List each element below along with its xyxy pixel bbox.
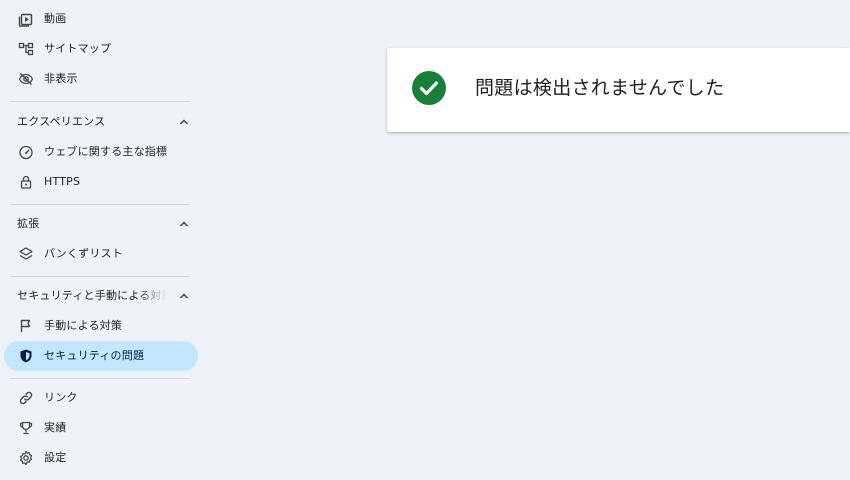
section-title: セキュリティと手動による対策 xyxy=(17,289,167,302)
divider xyxy=(11,101,189,102)
sidebar: 動画 サイトマップ 非表示 エクスペリエンス ウェブに関する主な指標 HTTPS xyxy=(0,0,200,480)
sidebar-item-label: リンク xyxy=(44,391,78,404)
link-icon xyxy=(18,390,34,406)
video-icon xyxy=(18,11,34,27)
sidebar-item-label: 非表示 xyxy=(44,72,78,85)
section-header-experience[interactable]: エクスペリエンス xyxy=(0,109,200,135)
sidebar-item-label: ウェブに関する主な指標 xyxy=(44,145,168,158)
section-title: 拡張 xyxy=(17,217,40,230)
sidebar-item-label: 動画 xyxy=(44,12,67,25)
speedometer-icon xyxy=(18,144,34,160)
shield-icon xyxy=(18,348,34,364)
chevron-up-icon xyxy=(177,217,191,231)
sidebar-item-settings[interactable]: 設定 xyxy=(4,443,198,473)
sidebar-item-label: サイトマップ xyxy=(44,42,112,55)
sitemap-icon xyxy=(18,41,34,57)
sidebar-item-core-web-vitals[interactable]: ウェブに関する主な指標 xyxy=(4,137,198,167)
sidebar-item-label: 手動による対策 xyxy=(44,319,123,332)
flag-icon xyxy=(18,318,34,334)
status-message: 問題は検出されませんでした xyxy=(475,77,725,99)
check-circle-icon xyxy=(411,70,447,106)
sidebar-item-label: 実績 xyxy=(44,421,67,434)
gear-icon xyxy=(18,450,34,466)
sidebar-item-label: セキュリティの問題 xyxy=(44,349,145,362)
sidebar-item-sitemap[interactable]: サイトマップ xyxy=(4,34,198,64)
sidebar-item-security-issues[interactable]: セキュリティの問題 xyxy=(4,341,198,371)
divider xyxy=(11,276,189,277)
sidebar-item-hidden[interactable]: 非表示 xyxy=(4,64,198,94)
layers-icon xyxy=(18,246,34,262)
divider xyxy=(11,378,189,379)
chevron-up-icon xyxy=(177,115,191,129)
sidebar-item-label: HTTPS xyxy=(44,175,81,188)
sidebar-item-label: パンくずリスト xyxy=(44,247,123,260)
section-title: エクスペリエンス xyxy=(17,115,106,128)
sidebar-item-achievements[interactable]: 実績 xyxy=(4,413,198,443)
status-card: 問題は検出されませんでした xyxy=(387,48,850,132)
sidebar-item-https[interactable]: HTTPS xyxy=(4,167,198,197)
sidebar-item-breadcrumbs[interactable]: パンくずリスト xyxy=(4,239,198,269)
sidebar-item-videos[interactable]: 動画 xyxy=(4,4,198,34)
section-header-enhancements[interactable]: 拡張 xyxy=(0,211,200,237)
divider xyxy=(11,204,189,205)
sidebar-item-label: 設定 xyxy=(44,451,67,464)
eye-off-icon xyxy=(18,71,34,87)
lock-icon xyxy=(18,174,34,190)
chevron-up-icon xyxy=(177,289,191,303)
sidebar-item-links[interactable]: リンク xyxy=(4,383,198,413)
trophy-icon xyxy=(18,420,34,436)
sidebar-item-manual-actions[interactable]: 手動による対策 xyxy=(4,311,198,341)
section-header-security-manual-actions[interactable]: セキュリティと手動による対策 xyxy=(0,283,200,309)
